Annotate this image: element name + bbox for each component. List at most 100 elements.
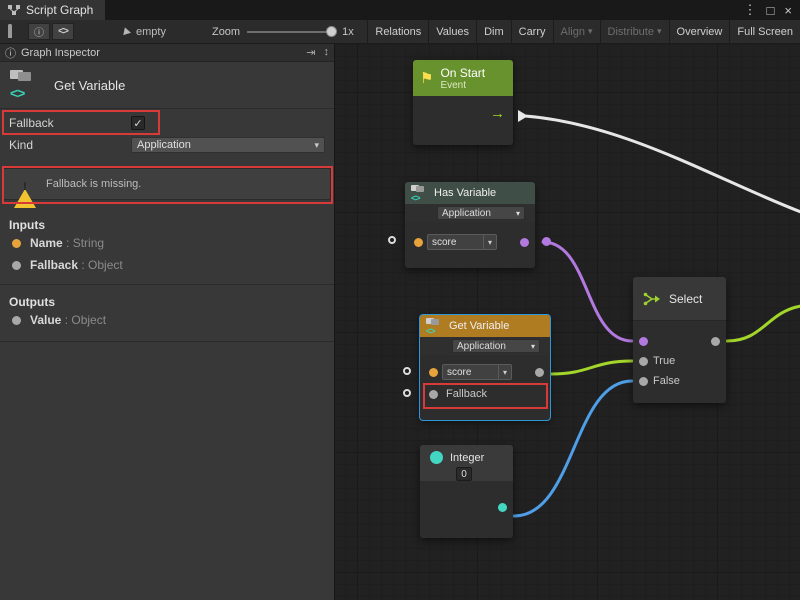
object-port-icon — [12, 316, 21, 325]
name-input-port[interactable] — [414, 238, 423, 247]
inspected-node-title: Get Variable — [54, 78, 125, 93]
variable-dropdown[interactable]: score ▾ — [427, 234, 497, 250]
node-header: Select — [633, 277, 726, 321]
values-button[interactable]: Values — [428, 20, 476, 44]
window-controls: ⋮ □ × — [744, 2, 800, 18]
wire-flow[interactable] — [525, 116, 800, 212]
unconnected-port-ring[interactable] — [388, 236, 396, 244]
overview-button[interactable]: Overview — [669, 20, 730, 44]
chevron-down-icon: ▾ — [531, 342, 535, 351]
check-icon: ✓ — [133, 117, 142, 130]
false-label: False — [653, 375, 680, 387]
info-icon: ⓘ — [5, 45, 16, 61]
condition-row — [633, 331, 726, 351]
tab-title: Script Graph — [26, 3, 93, 17]
graph-canvas[interactable]: ⚑ On Start Event → <> Has Variable A — [335, 44, 800, 600]
unconnected-port-ring[interactable] — [403, 367, 411, 375]
zoom-value: 1x — [342, 26, 354, 38]
kind-value: Application — [137, 139, 191, 151]
zoom-slider-track — [247, 31, 335, 33]
toolbar-buttons: Relations Values Dim Carry Align▾ Distri… — [367, 20, 800, 44]
dim-button[interactable]: Dim — [476, 20, 511, 44]
wire-get-variable-to-select-true[interactable] — [551, 361, 632, 374]
toolbar: ⓘ <> empty Zoom 1x Relations Values Dim … — [0, 20, 800, 44]
close-icon[interactable]: × — [784, 3, 792, 18]
chevron-down-icon: ▾ — [314, 140, 319, 151]
relations-button[interactable]: Relations — [367, 20, 428, 44]
lock-icon[interactable] — [8, 26, 22, 38]
condition-input-port[interactable] — [639, 337, 648, 346]
carry-button[interactable]: Carry — [511, 20, 553, 44]
zoom-slider[interactable] — [247, 27, 335, 37]
menu-icon[interactable]: ⋮ — [744, 2, 757, 18]
flow-output-port[interactable] — [518, 110, 528, 122]
titlebar: Script Graph ⋮ □ × — [0, 0, 800, 20]
value-output-port[interactable] — [535, 368, 544, 377]
code-view-button[interactable]: <> — [52, 23, 74, 40]
chevron-down-icon: ▾ — [516, 209, 520, 218]
chevron-down-icon: ▾ — [483, 235, 496, 249]
maximize-icon[interactable]: □ — [767, 3, 775, 18]
fallback-row: Fallback — [420, 383, 550, 405]
variable-dropdown[interactable]: score ▾ — [442, 364, 512, 380]
variable-row: score ▾ — [405, 231, 535, 253]
node-has-variable[interactable]: <> Has Variable Application ▾ score ▾ — [405, 182, 535, 268]
true-label: True — [653, 355, 675, 367]
bool-wire-port[interactable] — [542, 237, 551, 246]
zoom-slider-knob[interactable] — [326, 26, 337, 37]
node-header: <> Has Variable — [405, 182, 535, 204]
node-integer[interactable]: Integer 0 — [420, 445, 513, 538]
scope-row: Application ▾ — [420, 337, 550, 355]
variable-icon: <> — [426, 318, 444, 334]
node-header: Integer 0 — [420, 445, 513, 481]
node-get-variable[interactable]: <> Get Variable Application ▾ score ▾ — [420, 315, 550, 420]
graph-inspector-header: ⓘ Graph Inspector ⇥ ↕ — [0, 44, 334, 62]
chevron-down-icon: ▾ — [588, 26, 593, 37]
integer-output-port[interactable] — [498, 503, 507, 512]
name-input-port[interactable] — [429, 368, 438, 377]
true-input-port[interactable] — [639, 357, 648, 366]
wire-has-variable-to-select[interactable] — [543, 242, 632, 341]
unconnected-port-ring[interactable] — [403, 389, 411, 397]
output-port-row-value: Value : Object — [0, 309, 334, 331]
resize-icon[interactable]: ↕ — [324, 46, 330, 59]
node-title: Integer — [450, 452, 484, 464]
node-title: Get Variable — [449, 320, 509, 332]
fullscreen-button[interactable]: Full Screen — [729, 20, 800, 44]
integer-value-field[interactable]: 0 — [456, 467, 472, 481]
fallback-input-port[interactable] — [429, 390, 438, 399]
divider — [0, 108, 334, 109]
kind-label: Kind — [9, 138, 131, 152]
result-output-port[interactable] — [520, 238, 529, 247]
warning-text: Fallback is missing. — [46, 178, 141, 190]
divider — [0, 284, 334, 285]
node-title: On Start — [440, 66, 485, 80]
true-row: True — [633, 351, 726, 371]
chevron-down-icon: ▾ — [498, 365, 511, 379]
fallback-checkbox[interactable]: ✓ — [131, 116, 145, 130]
string-port-icon — [12, 239, 21, 248]
divider — [0, 341, 334, 342]
integer-icon — [430, 451, 443, 464]
false-input-port[interactable] — [639, 377, 648, 386]
fallback-port-label: Fallback — [446, 388, 487, 400]
kind-property-row: Kind Application ▾ — [0, 134, 334, 156]
object-port-icon — [12, 261, 21, 270]
input-port-row-fallback: Fallback : Object — [0, 254, 334, 276]
node-on-start[interactable]: ⚑ On Start Event → — [413, 60, 513, 145]
inspect-toggle-button[interactable]: ⓘ — [28, 23, 50, 40]
node-header: ⚑ On Start Event — [413, 60, 513, 96]
false-row: False — [633, 371, 726, 391]
selection-output-port[interactable] — [711, 337, 720, 346]
variable-row: score ▾ — [420, 361, 550, 383]
node-select[interactable]: Select True False — [633, 277, 726, 403]
zoom-label: Zoom — [212, 26, 240, 38]
kind-dropdown[interactable]: Application ▾ — [131, 137, 325, 153]
scope-dropdown[interactable]: Application ▾ — [437, 206, 525, 220]
dock-icon[interactable]: ⇥ — [306, 46, 315, 59]
tab-script-graph[interactable]: Script Graph — [0, 0, 105, 20]
wire-select-output[interactable] — [727, 306, 800, 341]
align-button: Align▾ — [553, 20, 600, 44]
scope-dropdown[interactable]: Application ▾ — [452, 339, 540, 353]
flag-icon: ⚑ — [420, 69, 433, 87]
